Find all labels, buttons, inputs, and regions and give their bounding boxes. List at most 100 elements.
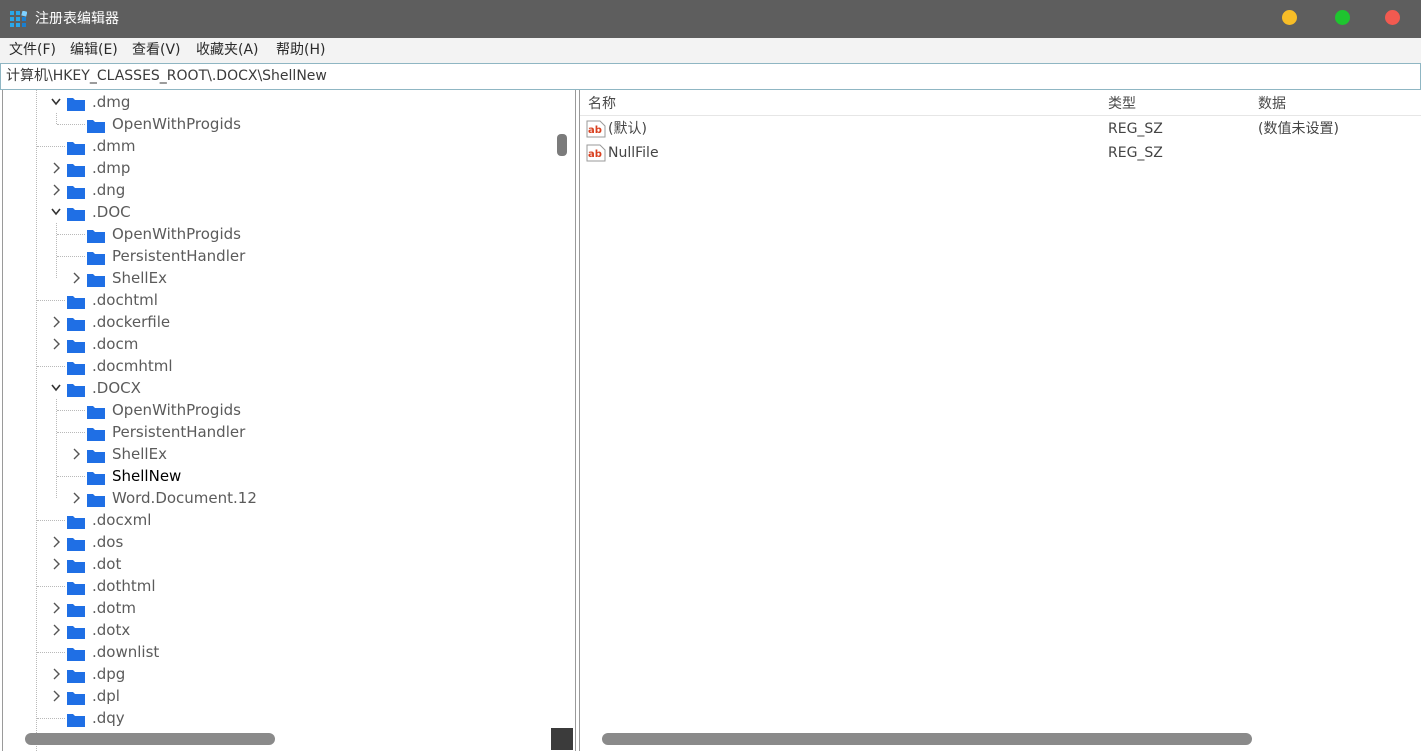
tree-item-label: .dot (92, 555, 122, 573)
tree-item[interactable]: .downlist (3, 641, 553, 663)
tree-item[interactable]: .dos (3, 531, 553, 553)
menu-help[interactable]: 帮助(H) (276, 38, 325, 63)
column-name-header[interactable]: 名称 (588, 90, 616, 118)
folder-icon (87, 249, 105, 265)
menu-view[interactable]: 查看(V) (132, 38, 181, 63)
chevron-right-icon[interactable] (70, 267, 82, 289)
tree-item[interactable]: OpenWithProgids (3, 223, 553, 245)
tree-item-selected[interactable]: ShellNew (3, 465, 553, 487)
values-pane[interactable]: 名称 类型 数据 ab (默认) REG_SZ (数值未设置) ab NullFile RE… (579, 90, 1421, 751)
chevron-right-icon[interactable] (50, 311, 62, 333)
column-header: 名称 类型 数据 (580, 90, 1421, 116)
tree-item-label: .dotm (92, 599, 136, 617)
tree-item[interactable]: PersistentHandler (3, 245, 553, 267)
folder-icon (67, 359, 85, 375)
tree-item[interactable]: .DOC (3, 201, 553, 223)
close-button[interactable] (1385, 10, 1400, 25)
tree-item-label: .dotx (92, 621, 131, 639)
tree-item-label: .downlist (92, 643, 160, 661)
maximize-button[interactable] (1335, 10, 1350, 25)
column-type-header[interactable]: 类型 (1108, 90, 1136, 118)
tree-item[interactable]: .DOCX (3, 377, 553, 399)
chevron-right-icon[interactable] (50, 157, 62, 179)
tree-item[interactable]: .dotx (3, 619, 553, 641)
key-tree-pane[interactable]: .dmg OpenWithProgids .dmm .dmp .dng .DOC OpenW… (2, 90, 576, 751)
chevron-right-icon[interactable] (70, 443, 82, 465)
tree-item[interactable]: OpenWithProgids (3, 399, 553, 421)
value-name: (默认) (608, 121, 647, 137)
values-horizontal-scrollbar[interactable] (602, 733, 1252, 745)
chevron-right-icon[interactable] (50, 685, 62, 707)
value-row[interactable]: ab NullFile REG_SZ (580, 141, 1421, 165)
tree-item[interactable]: OpenWithProgids (3, 113, 553, 135)
folder-icon (87, 271, 105, 287)
folder-icon (87, 227, 105, 243)
tree-item[interactable]: Word.Document.12 (3, 487, 553, 509)
minimize-button[interactable] (1282, 10, 1297, 25)
chevron-down-icon[interactable] (50, 91, 62, 113)
chevron-right-icon[interactable] (50, 179, 62, 201)
tree-item-label: .dochtml (92, 291, 158, 309)
folder-icon (67, 337, 85, 353)
tree-item[interactable]: .docxml (3, 509, 553, 531)
tree-item-label: .dpl (92, 687, 120, 705)
tree-horizontal-scrollbar[interactable] (25, 733, 275, 745)
tree-item[interactable]: .dpl (3, 685, 553, 707)
tree-item-label: .docxml (92, 511, 152, 529)
menu-file[interactable]: 文件(F) (9, 38, 56, 63)
column-data-header[interactable]: 数据 (1258, 90, 1286, 118)
tree-item-label: OpenWithProgids (112, 401, 241, 419)
chevron-right-icon[interactable] (50, 553, 62, 575)
chevron-right-icon[interactable] (50, 333, 62, 355)
menu-favorites[interactable]: 收藏夹(A) (196, 38, 259, 63)
tree-item-label: .dpg (92, 665, 126, 683)
address-bar[interactable]: 计算机\HKEY_CLASSES_ROOT\.DOCX\ShellNew (0, 63, 1421, 90)
string-value-icon: ab (586, 144, 606, 162)
tree-item[interactable]: .dqy (3, 707, 553, 729)
address-path[interactable]: 计算机\HKEY_CLASSES_ROOT\.DOCX\ShellNew (6, 64, 327, 89)
folder-icon (87, 469, 105, 485)
folder-icon (87, 491, 105, 507)
folder-icon (67, 623, 85, 639)
tree-vertical-scrollbar[interactable] (557, 134, 567, 156)
tree-item[interactable]: .dmp (3, 157, 553, 179)
value-row[interactable]: ab (默认) REG_SZ (数值未设置) (580, 117, 1421, 141)
tree-item[interactable]: .dot (3, 553, 553, 575)
tree-item[interactable]: .dng (3, 179, 553, 201)
tree-item-label: .dmp (92, 159, 131, 177)
chevron-right-icon[interactable] (50, 619, 62, 641)
chevron-down-icon[interactable] (50, 201, 62, 223)
value-name: NullFile (608, 145, 659, 161)
folder-icon (87, 403, 105, 419)
folder-icon (67, 293, 85, 309)
folder-icon (87, 447, 105, 463)
tree-item[interactable]: ShellEx (3, 443, 553, 465)
chevron-right-icon[interactable] (70, 487, 82, 509)
tree-item[interactable]: .dotm (3, 597, 553, 619)
scrollbar-corner (551, 728, 573, 750)
tree-item[interactable]: .dothtml (3, 575, 553, 597)
tree-item[interactable]: .dochtml (3, 289, 553, 311)
folder-icon (67, 315, 85, 331)
tree-item-label: .dos (92, 533, 124, 551)
tree-item-label: OpenWithProgids (112, 115, 241, 133)
chevron-right-icon[interactable] (50, 531, 62, 553)
tree-item[interactable]: .dmg (3, 91, 553, 113)
tree-item-label: .docmhtml (92, 357, 173, 375)
tree-item[interactable]: .dmm (3, 135, 553, 157)
menu-edit[interactable]: 编辑(E) (70, 38, 118, 63)
tree-item[interactable]: .docmhtml (3, 355, 553, 377)
chevron-right-icon[interactable] (50, 663, 62, 685)
folder-icon (67, 689, 85, 705)
chevron-right-icon[interactable] (50, 597, 62, 619)
chevron-down-icon[interactable] (50, 377, 62, 399)
folder-icon (67, 161, 85, 177)
tree-item-label: .dockerfile (92, 313, 171, 331)
tree-item[interactable]: PersistentHandler (3, 421, 553, 443)
tree-item[interactable]: .dockerfile (3, 311, 553, 333)
folder-icon (67, 579, 85, 595)
folder-icon (67, 557, 85, 573)
tree-item[interactable]: ShellEx (3, 267, 553, 289)
tree-item[interactable]: .dpg (3, 663, 553, 685)
tree-item[interactable]: .docm (3, 333, 553, 355)
